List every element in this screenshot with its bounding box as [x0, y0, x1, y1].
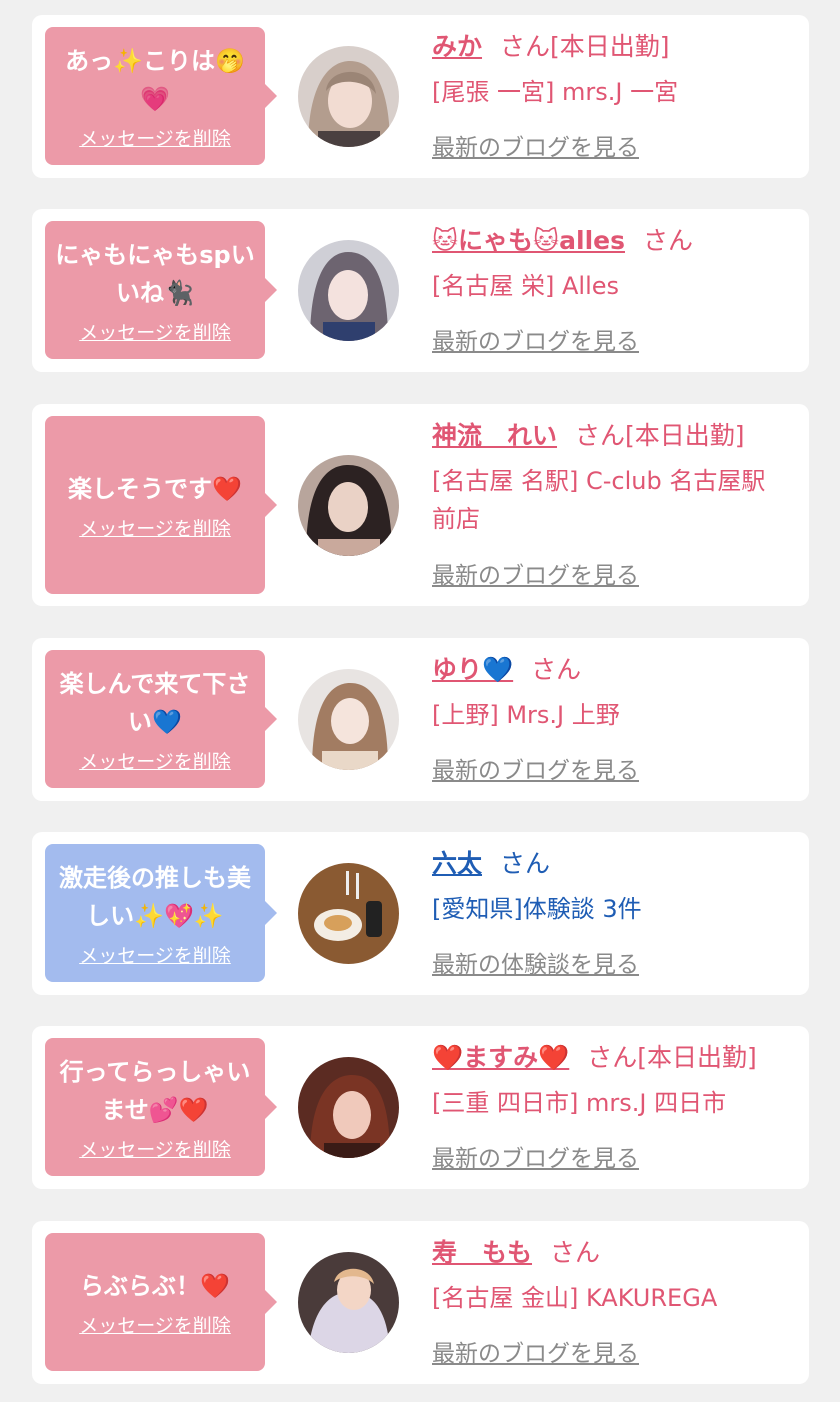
message-text: 行ってらっしゃいませ💕❤️ — [59, 1057, 251, 1124]
message-card: 楽しんで来て下さい💙 メッセージを削除 ゆり💙 さん [上野] Mrs.J 上野 … — [32, 638, 809, 801]
avatar-photo-icon — [298, 669, 399, 770]
latest-blog-link[interactable]: 最新のブログを見る — [432, 751, 639, 785]
avatar[interactable] — [298, 240, 399, 341]
delete-message-link[interactable]: メッセージを削除 — [79, 1135, 231, 1162]
latest-blog-link[interactable]: 最新のブログを見る — [432, 1139, 639, 1173]
message-text: らぶらぶ！❤️ — [80, 1271, 230, 1300]
review-count-label: [愛知県]体験談 3件 — [432, 895, 642, 923]
cast-info: ❤️ますみ❤️ さん[本日出勤] [三重 四日市] mrs.J 四日市 — [432, 1040, 789, 1122]
name-suffix: さん — [642, 226, 693, 255]
message-text: あっ✨こりは🤭💗 — [65, 46, 245, 113]
message-bubble: あっ✨こりは🤭💗 メッセージを削除 — [45, 27, 277, 165]
message-bubble: にゃもにゃもspいいね🐈‍⬛ メッセージを削除 — [45, 221, 277, 359]
message-bubble: 楽しんで来て下さい💙 メッセージを削除 — [45, 650, 277, 788]
name-suffix: さん — [550, 1238, 601, 1267]
shop-label: [尾張 一宮] mrs.J 一宮 — [432, 78, 679, 106]
name-suffix: さん — [531, 655, 582, 684]
name-suffix: さん[本日出勤] — [500, 32, 670, 61]
shop-label: [名古屋 名駅] C-club 名古屋駅前店 — [432, 467, 766, 533]
avatar-photo-icon — [298, 455, 399, 556]
avatar-photo-icon — [298, 863, 399, 964]
delete-message-link[interactable]: メッセージを削除 — [79, 318, 231, 345]
delete-message-link[interactable]: メッセージを削除 — [79, 747, 231, 774]
cast-name-link[interactable]: ❤️ますみ❤️ — [432, 1043, 569, 1072]
latest-blog-link[interactable]: 最新のブログを見る — [432, 556, 639, 590]
delete-message-link[interactable]: メッセージを削除 — [79, 514, 231, 541]
message-card: あっ✨こりは🤭💗 メッセージを削除 みか さん[本日出勤] [尾張 一宮] mrs… — [32, 15, 809, 178]
message-card: 激走後の推しも美しい✨💖✨ メッセージを削除 六太 さん [愛知県]体験談 3件 … — [32, 832, 809, 995]
message-card: にゃもにゃもspいいね🐈‍⬛ メッセージを削除 🐱にゃも🐱alles さん [名古… — [32, 209, 809, 372]
reviewer-name-link[interactable]: 六太 — [432, 849, 482, 878]
avatar-photo-icon — [298, 1252, 399, 1353]
cast-info: みか さん[本日出勤] [尾張 一宮] mrs.J 一宮 — [432, 29, 789, 111]
message-card: 行ってらっしゃいませ💕❤️ メッセージを削除 ❤️ますみ❤️ さん[本日出勤] [… — [32, 1026, 809, 1189]
avatar-photo-icon — [298, 240, 399, 341]
delete-message-link[interactable]: メッセージを削除 — [79, 1311, 231, 1338]
name-suffix: さん[本日出勤] — [587, 1043, 757, 1072]
message-card: らぶらぶ！❤️ メッセージを削除 寿 もも さん [名古屋 金山] KAKUREG… — [32, 1221, 809, 1384]
avatar[interactable] — [298, 46, 399, 147]
message-bubble: 行ってらっしゃいませ💕❤️ メッセージを削除 — [45, 1038, 277, 1176]
name-suffix: さん — [500, 849, 551, 878]
avatar[interactable] — [298, 669, 399, 770]
cast-name-link[interactable]: 神流 れい — [432, 421, 557, 450]
avatar[interactable] — [298, 455, 399, 556]
cast-name-link[interactable]: ゆり💙 — [432, 655, 513, 684]
shop-label: [名古屋 栄] Alles — [432, 272, 620, 300]
message-text: 楽しそうです❤️ — [68, 474, 242, 503]
name-suffix: さん[本日出勤] — [575, 421, 745, 450]
cast-name-link[interactable]: 寿 もも — [432, 1238, 532, 1267]
cast-info: 寿 もも さん [名古屋 金山] KAKUREGA — [432, 1235, 789, 1317]
message-list: あっ✨こりは🤭💗 メッセージを削除 みか さん[本日出勤] [尾張 一宮] mrs… — [0, 0, 840, 1402]
avatar[interactable] — [298, 1252, 399, 1353]
delete-message-link[interactable]: メッセージを削除 — [79, 941, 231, 968]
message-bubble: 激走後の推しも美しい✨💖✨ メッセージを削除 — [45, 844, 277, 982]
message-card: 楽しそうです❤️ メッセージを削除 神流 れい さん[本日出勤] [名古屋 名駅]… — [32, 404, 809, 606]
shop-label: [三重 四日市] mrs.J 四日市 — [432, 1089, 727, 1117]
shop-label: [名古屋 金山] KAKUREGA — [432, 1284, 718, 1312]
cast-info: 🐱にゃも🐱alles さん [名古屋 栄] Alles — [432, 223, 789, 305]
message-bubble: 楽しそうです❤️ メッセージを削除 — [45, 416, 277, 594]
cast-info: 六太 さん [愛知県]体験談 3件 — [432, 846, 789, 928]
cast-info: ゆり💙 さん [上野] Mrs.J 上野 — [432, 652, 789, 734]
delete-message-link[interactable]: メッセージを削除 — [79, 124, 231, 151]
cast-name-link[interactable]: みか — [432, 32, 482, 61]
shop-label: [上野] Mrs.J 上野 — [432, 701, 620, 729]
latest-blog-link[interactable]: 最新のブログを見る — [432, 1334, 639, 1368]
latest-review-link[interactable]: 最新の体験談を見る — [432, 945, 639, 979]
latest-blog-link[interactable]: 最新のブログを見る — [432, 128, 639, 162]
latest-blog-link[interactable]: 最新のブログを見る — [432, 322, 639, 356]
avatar-photo-icon — [298, 46, 399, 147]
avatar[interactable] — [298, 1057, 399, 1158]
message-text: 激走後の推しも美しい✨💖✨ — [59, 863, 251, 930]
message-text: 楽しんで来て下さい💙 — [59, 669, 251, 736]
message-bubble: らぶらぶ！❤️ メッセージを削除 — [45, 1233, 277, 1371]
avatar-photo-icon — [298, 1057, 399, 1158]
cast-info: 神流 れい さん[本日出勤] [名古屋 名駅] C-club 名古屋駅前店 — [432, 418, 789, 538]
cast-name-link[interactable]: 🐱にゃも🐱alles — [432, 226, 625, 255]
message-text: にゃもにゃもspいいね🐈‍⬛ — [55, 240, 255, 307]
avatar[interactable] — [298, 863, 399, 964]
